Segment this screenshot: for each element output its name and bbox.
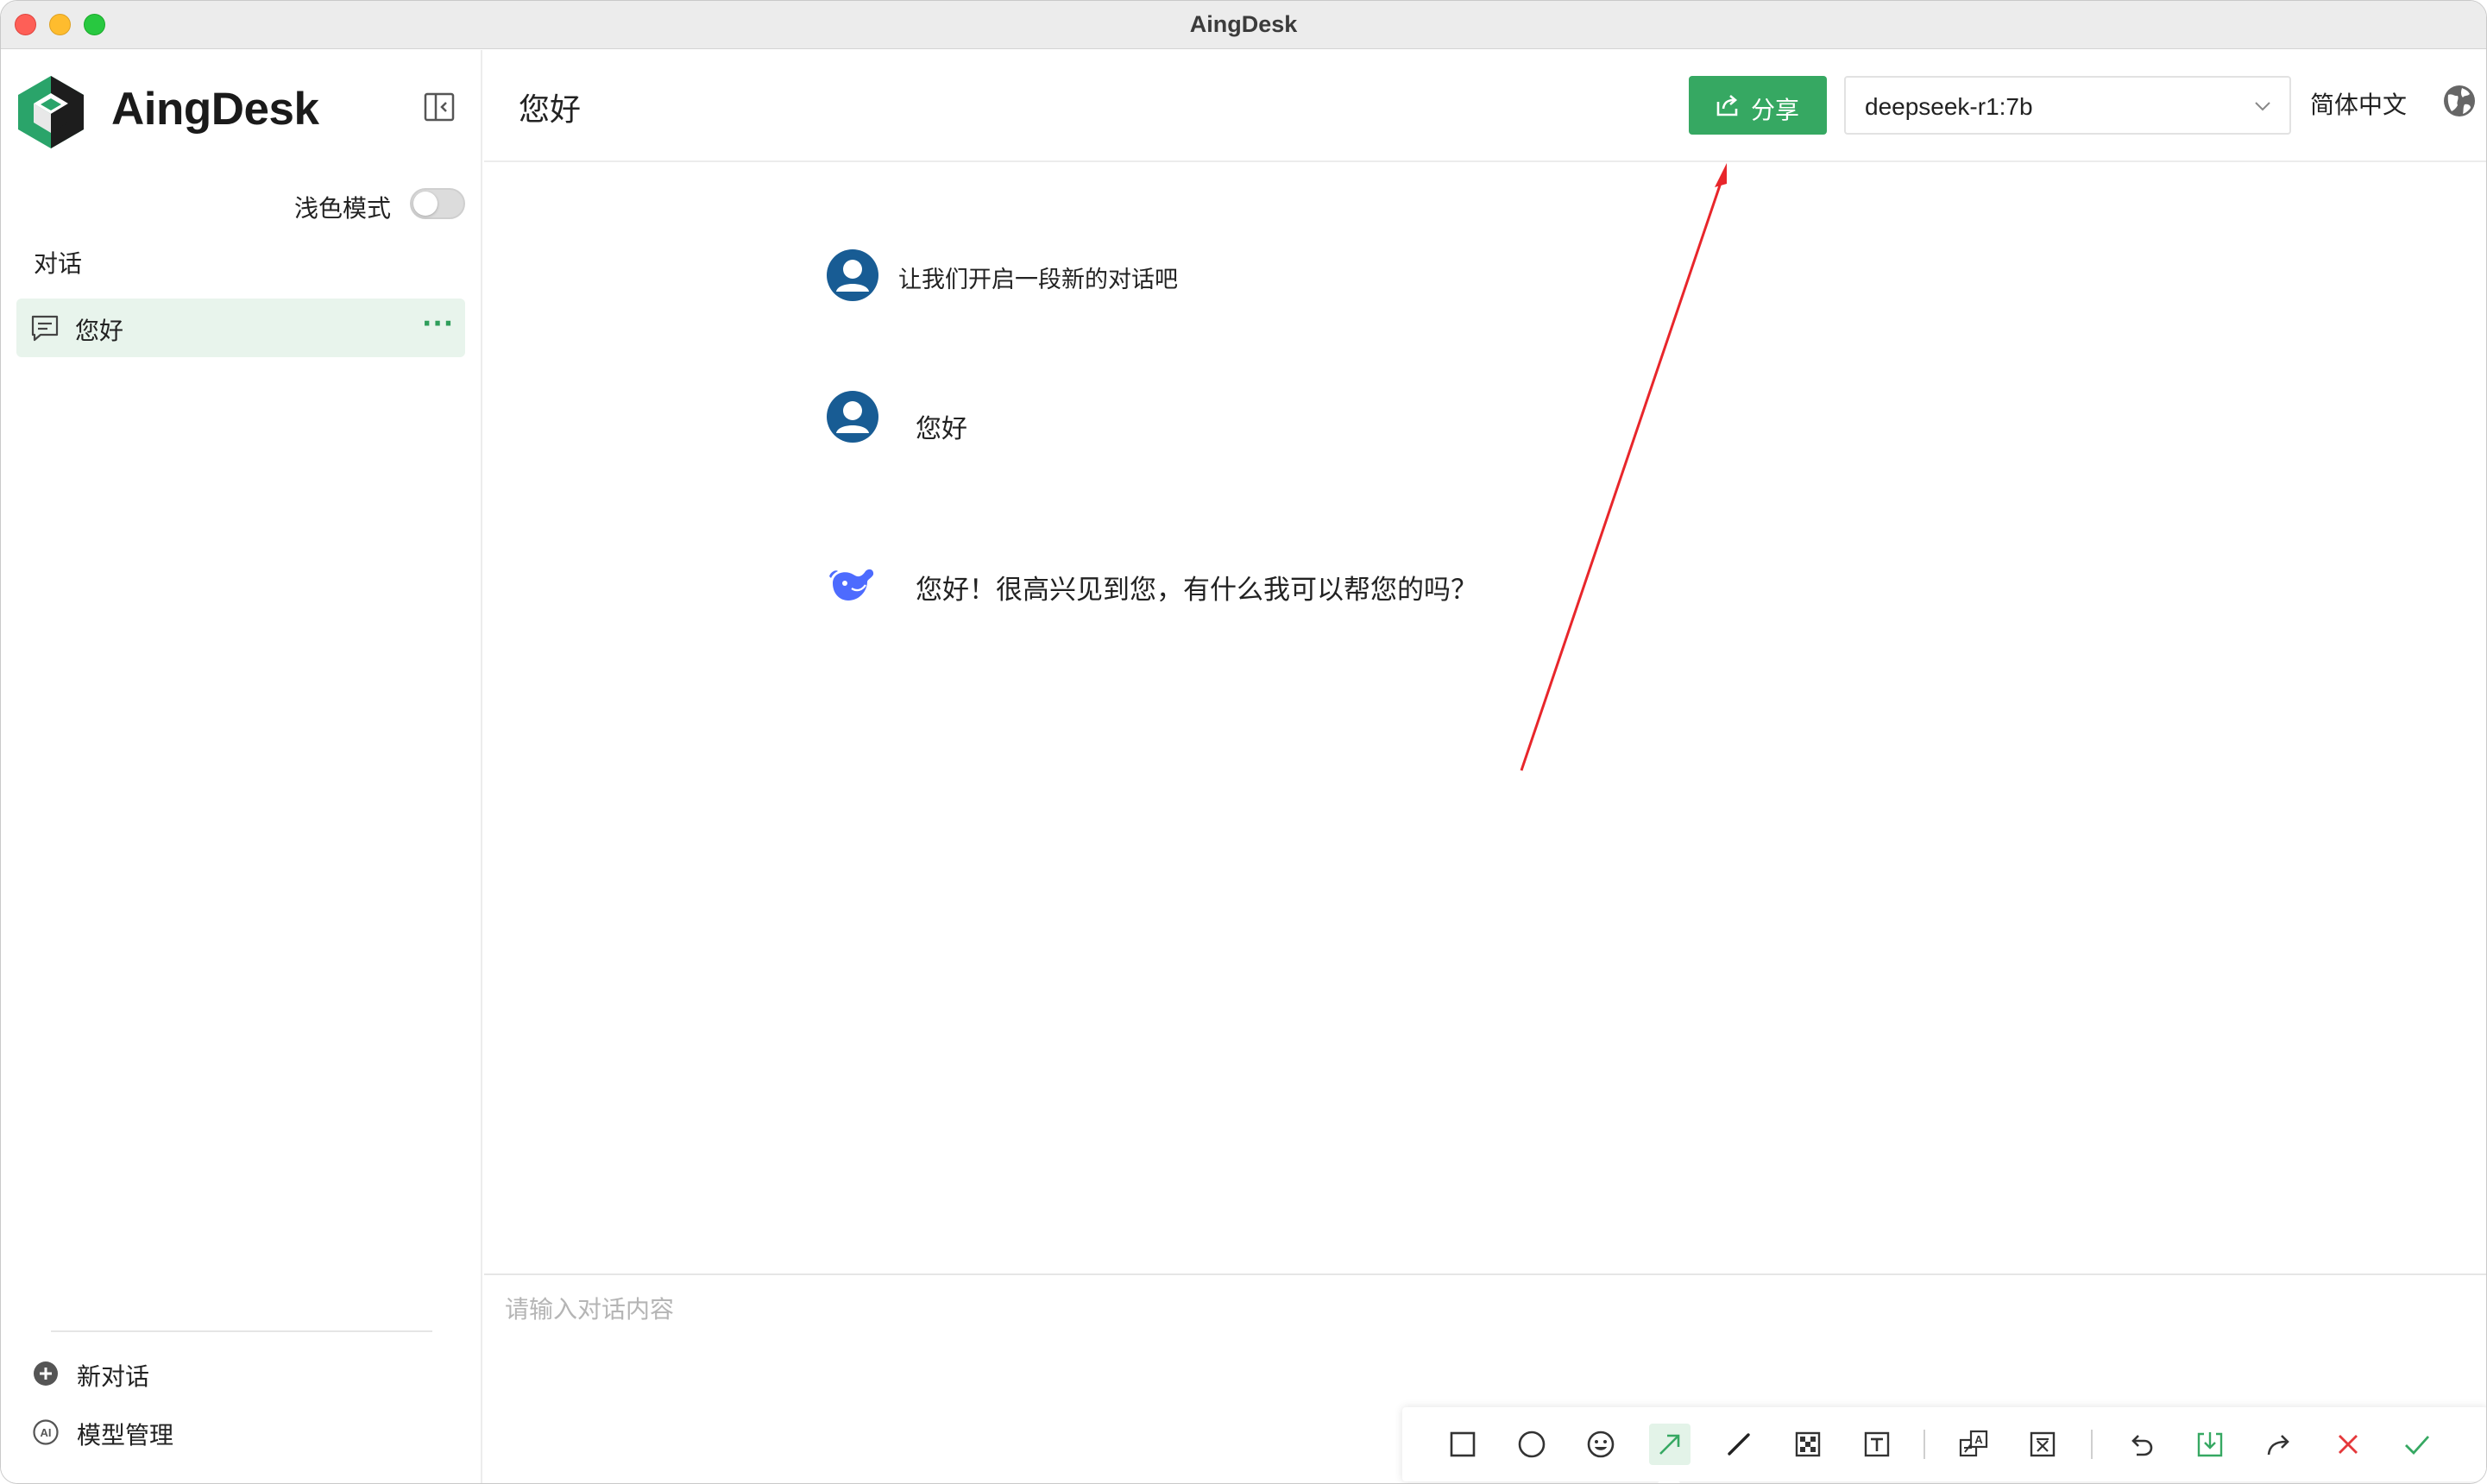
new-chat-label: 新对话 [77,1362,150,1391]
model-management-button[interactable]: AI 模型管理 [32,1412,222,1453]
collapse-sidebar-icon[interactable] [422,90,456,124]
text-tool-icon [1864,1431,1890,1457]
toggle-knob [413,192,438,216]
ai-circle-icon: AI [33,1419,59,1445]
message-text: 您好 [916,414,967,444]
ellipse-tool-icon [1518,1431,1546,1458]
ellipse-tool-button[interactable] [1511,1424,1552,1465]
conversations-section-label: 对话 [34,249,83,278]
deepseek-whale-icon [829,569,874,601]
cancel-button[interactable] [2327,1424,2369,1465]
emoji-tool-button[interactable] [1580,1424,1621,1465]
share-button[interactable]: 分享 [1689,76,1827,135]
pen-tool-button[interactable] [1718,1424,1760,1465]
mosaic-tool-button[interactable] [1787,1424,1829,1465]
window-title: AingDesk [1189,11,1298,37]
chat-bubble-icon [31,315,59,342]
translate-tool-icon: A [1959,1430,1988,1457]
new-chat-button[interactable]: 新对话 [32,1353,205,1394]
share-forward-button[interactable] [2258,1424,2300,1465]
language-switch[interactable]: 简体中文 [2310,86,2407,121]
undo-icon [2131,1435,2153,1456]
save-download-icon [2197,1432,2223,1457]
save-download-button[interactable] [2189,1424,2231,1465]
share-icon [1716,95,1738,116]
globe-icon[interactable] [2441,83,2478,119]
plus-circle-icon [34,1361,58,1386]
user-avatar-icon [827,391,878,443]
confirm-button[interactable] [2396,1424,2438,1465]
ocr-tool-button[interactable] [2022,1424,2063,1465]
model-select[interactable]: deepseek-r1:7b [1844,76,2291,135]
rectangle-tool-icon [1450,1431,1476,1457]
user-avatar-icon [827,249,878,301]
cancel-icon [2339,1435,2358,1454]
main-panel: 您好 分享 deepseek-r1:7b 简体中文 让我们开启一段新的对话吧 您… [484,50,2486,1483]
arrow-tool-button[interactable] [1649,1424,1691,1465]
brand-name: AingDesk [111,84,319,135]
pen-tool-icon [1728,1433,1750,1456]
theme-toggle-label: 浅色模式 [294,194,392,223]
conversation-label: 您好 [75,317,124,345]
chevron-down-icon [2255,102,2270,111]
ocr-tool-icon [2030,1431,2056,1457]
title-bar: AingDesk [1,1,2486,49]
model-select-value: deepseek-r1:7b [1865,93,2033,120]
app-window: AingDesk AingDesk 浅色模式 对话 您好 ··· 新对话 AI … [0,0,2487,1484]
aingdesk-logo-icon [18,76,84,148]
toolbar-separator [2091,1430,2093,1459]
screenshot-toolbar: A [1402,1407,2486,1481]
arrow-tool-icon [1659,1434,1680,1455]
theme-toggle[interactable] [410,188,465,219]
chat-title: 您好 [519,92,582,128]
conversation-item[interactable]: 您好 ··· [16,299,465,357]
undo-button[interactable] [2120,1424,2162,1465]
message-text: 让我们开启一段新的对话吧 [898,267,1178,293]
mosaic-tool-icon [1795,1431,1821,1457]
message-text: 您好！很高兴见到您，有什么我可以帮您的吗？ [916,575,1477,606]
chat-header: 您好 分享 deepseek-r1:7b 简体中文 [484,50,2486,162]
svg-text:A: A [1974,1433,1983,1446]
model-management-label: 模型管理 [77,1421,174,1449]
text-tool-button[interactable] [1856,1424,1898,1465]
toolbar-separator [1923,1430,1925,1459]
svg-text:AI: AI [41,1426,52,1439]
share-label: 分享 [1751,96,1800,124]
emoji-tool-icon [1587,1431,1615,1458]
sidebar-divider [51,1330,432,1332]
conversation-more-button[interactable]: ··· [422,309,454,339]
rectangle-tool-button[interactable] [1442,1424,1483,1465]
confirm-icon [2405,1436,2430,1456]
sidebar: AingDesk 浅色模式 对话 您好 ··· 新对话 AI 模型管理 [1,50,482,1483]
translate-tool-button[interactable]: A [1953,1424,1994,1465]
share-forward-icon [2267,1435,2289,1456]
